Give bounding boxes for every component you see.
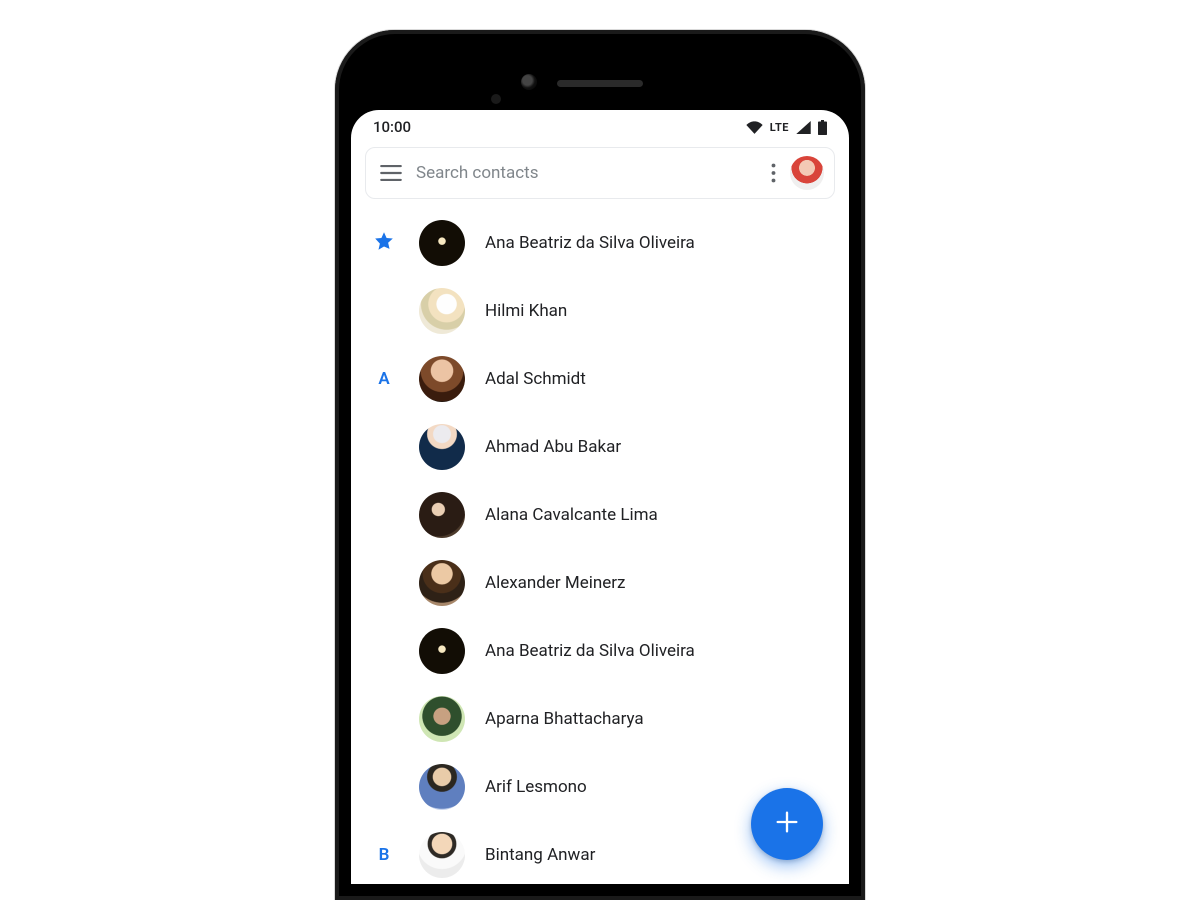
contact-row[interactable]: Hilmi Khan (351, 277, 849, 345)
contact-name: Ana Beatriz da Silva Oliveira (485, 641, 695, 661)
statusbar-right: LTE (746, 120, 827, 135)
contact-name: Aparna Bhattacharya (485, 709, 644, 729)
phone-bezel: 10:00 LTE (351, 46, 849, 884)
proximity-sensor (491, 94, 501, 104)
contact-row[interactable]: A Adal Schmidt (351, 345, 849, 413)
contact-row[interactable]: Ana Beatriz da Silva Oliveira (351, 209, 849, 277)
contact-avatar (419, 220, 465, 266)
phone-frame: 10:00 LTE (335, 30, 865, 900)
earpiece-speaker (557, 80, 643, 87)
battery-icon (818, 120, 827, 135)
search-placeholder: Search contacts (416, 163, 757, 183)
contact-avatar (419, 288, 465, 334)
contact-list[interactable]: Ana Beatriz da Silva Oliveira Hilmi Khan A… (351, 205, 849, 884)
contact-name: Alana Cavalcante Lima (485, 505, 658, 525)
contact-avatar (419, 492, 465, 538)
section-gutter: B (369, 845, 399, 865)
contact-avatar (419, 424, 465, 470)
section-letter: B (379, 845, 390, 865)
contact-name: Hilmi Khan (485, 301, 567, 321)
contact-name: Alexander Meinerz (485, 573, 625, 593)
account-avatar-button[interactable] (790, 156, 824, 190)
more-options-icon[interactable] (771, 163, 776, 183)
search-bar[interactable]: Search contacts (365, 147, 835, 199)
section-gutter (369, 230, 399, 256)
contact-row[interactable]: Alana Cavalcante Lima (351, 481, 849, 549)
contact-row[interactable]: Ana Beatriz da Silva Oliveira (351, 617, 849, 685)
contact-avatar (419, 628, 465, 674)
contact-avatar (419, 696, 465, 742)
network-label: LTE (770, 121, 789, 134)
contact-row[interactable]: Aparna Bhattacharya (351, 685, 849, 753)
contact-name: Adal Schmidt (485, 369, 586, 389)
contact-avatar (419, 560, 465, 606)
star-icon (373, 230, 395, 256)
front-camera (521, 74, 537, 90)
plus-icon (773, 808, 801, 840)
account-avatar-icon (790, 156, 824, 190)
section-letter: A (378, 369, 389, 389)
contact-avatar (419, 764, 465, 810)
contact-row[interactable]: Ahmad Abu Bakar (351, 413, 849, 481)
screen: 10:00 LTE (351, 110, 849, 884)
add-contact-fab[interactable] (751, 788, 823, 860)
wifi-icon (746, 121, 763, 134)
hamburger-menu-icon[interactable] (380, 165, 402, 181)
statusbar-time: 10:00 (373, 118, 411, 136)
contact-row[interactable]: Alexander Meinerz (351, 549, 849, 617)
contact-name: Bintang Anwar (485, 845, 595, 865)
statusbar: 10:00 LTE (351, 110, 849, 144)
contact-avatar (419, 832, 465, 878)
contact-name: Arif Lesmono (485, 777, 587, 797)
section-gutter: A (369, 369, 399, 389)
contact-name: Ana Beatriz da Silva Oliveira (485, 233, 695, 253)
contact-avatar (419, 356, 465, 402)
cellular-icon (796, 121, 811, 134)
contact-name: Ahmad Abu Bakar (485, 437, 621, 457)
